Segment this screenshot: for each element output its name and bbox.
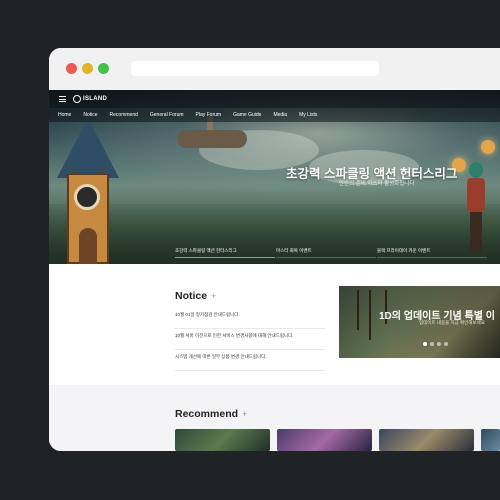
logo-mark-icon [73, 95, 81, 103]
recommend-thumbnail[interactable] [379, 429, 474, 451]
hero-tab-3[interactable]: 블랙 프라이데이 카운 이벤트 [377, 248, 430, 254]
recommend-thumbnail[interactable] [277, 429, 372, 451]
nav-play-forum[interactable]: Play Forum [196, 112, 222, 118]
notice-heading: Notice + [175, 290, 216, 302]
hero-subtitle: 만반의 준비 마스터 활성화됩니다 [339, 181, 415, 187]
airship-illustration [167, 116, 257, 156]
hero-tab-divider [276, 257, 376, 258]
top-bar: ISLAND [49, 90, 500, 108]
nav-home[interactable]: Home [58, 112, 71, 118]
notice-item[interactable]: 10월 서버 이전으로 인한 서비스 변경사항에 대해 안내드립니다. [175, 329, 325, 350]
pagination-dot[interactable] [423, 342, 427, 346]
hero-tab-1[interactable]: 초강력 스파클링 액션 헌터스리그 [175, 248, 237, 254]
nav-game-guide[interactable]: Game Guide [233, 112, 261, 118]
logo-text: ISLAND [83, 96, 108, 102]
hero-tab-divider [377, 257, 487, 258]
recommend-thumbnail[interactable] [481, 429, 500, 451]
website: ISLAND Home Notice Recommend General For… [49, 90, 500, 451]
pagination-dot[interactable] [444, 342, 448, 346]
close-window-button[interactable] [66, 63, 77, 74]
notice-item[interactable]: 시스템 개선에 따른 일부 상품 변경 안내드립니다. [175, 350, 325, 371]
hero-banner[interactable]: ISLAND Home Notice Recommend General For… [49, 90, 500, 264]
pagination-dot[interactable] [430, 342, 434, 346]
nav-media[interactable]: Media [273, 112, 287, 118]
maximize-window-button[interactable] [98, 63, 109, 74]
notice-title: Notice [175, 290, 208, 302]
recommend-heading: Recommend + [175, 408, 247, 420]
character-illustration [463, 162, 487, 254]
recommend-thumbnail[interactable] [175, 429, 270, 451]
notice-list: 10월 01일 정기점검 안내드립니다. 10월 서버 이전으로 인한 서비스 … [175, 308, 325, 371]
nav-my-lists[interactable]: My Lists [299, 112, 317, 118]
recommend-title: Recommend [175, 408, 239, 420]
nav-general-forum[interactable]: General Forum [150, 112, 184, 118]
notice-item[interactable]: 10월 01일 정기점검 안내드립니다. [175, 308, 325, 329]
nav-recommend[interactable]: Recommend [110, 112, 138, 118]
hero-tab-2[interactable]: 마스터 회복 이벤트 [276, 248, 312, 254]
banner-pagination [423, 342, 451, 346]
nav-notice[interactable]: Notice [83, 112, 97, 118]
clock-tower-illustration [57, 118, 119, 264]
address-bar[interactable] [131, 61, 379, 76]
site-logo[interactable]: ISLAND [73, 93, 107, 105]
browser-window: ISLAND Home Notice Recommend General For… [49, 48, 500, 451]
lantern-illustration [481, 140, 495, 154]
banner-subtitle: 업데이트 내용을 지금 확인해보세요 [419, 320, 485, 325]
pagination-dot[interactable] [437, 342, 441, 346]
notice-more-button[interactable]: + [211, 291, 216, 301]
hamburger-menu-icon[interactable] [59, 96, 66, 102]
browser-titlebar [49, 48, 500, 90]
minimize-window-button[interactable] [82, 63, 93, 74]
hero-tab-indicator [175, 257, 275, 258]
main-navigation: Home Notice Recommend General Forum Play… [49, 108, 500, 122]
recommend-more-button[interactable]: + [242, 409, 247, 419]
event-banner[interactable]: 1D의 업데이트 기념 특별 이 업데이트 내용을 지금 확인해보세요 [339, 286, 500, 358]
